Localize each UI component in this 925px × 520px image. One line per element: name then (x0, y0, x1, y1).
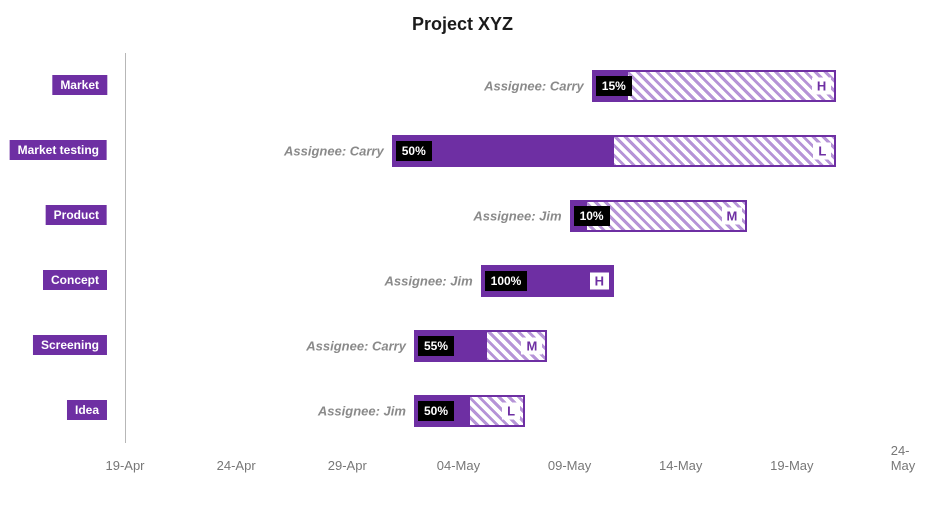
x-tick: 29-Apr (328, 458, 367, 473)
task-row: Concept Assignee: Jim 100% H (45, 263, 903, 299)
progress-badge: 10% (574, 206, 610, 226)
y-axis-line (125, 53, 126, 443)
priority-badge: M (521, 337, 542, 354)
assignee-label: Assignee: Carry (306, 338, 406, 353)
x-tick: 24-Apr (217, 458, 256, 473)
x-tick: 19-May (770, 458, 813, 473)
priority-badge: L (502, 402, 520, 419)
x-tick: 04-May (437, 458, 480, 473)
task-bar: Assignee: Carry55%M (414, 330, 547, 362)
task-bar: Assignee: Jim100%H (481, 265, 614, 297)
x-axis: 19-Apr 24-Apr 29-Apr 04-May 09-May 14-May 19-M… (45, 443, 903, 473)
task-bar: Assignee: Jim50%L (414, 395, 525, 427)
priority-badge: M (722, 207, 743, 224)
x-tick: 14-May (659, 458, 702, 473)
priority-badge: H (590, 272, 609, 289)
assignee-label: Assignee: Jim (473, 208, 561, 223)
task-row: Idea Assignee: Jim 50% L (45, 393, 903, 429)
plot-area: MarketAssignee: Carry15%HMarket testingA… (45, 53, 903, 473)
assignee-label: Assignee: Jim (318, 403, 406, 418)
x-tick: 19-Apr (105, 458, 144, 473)
assignee-label: Assignee: Carry (484, 78, 584, 93)
progress-badge: 100% (485, 271, 528, 291)
y-label: Concept (43, 270, 107, 290)
progress-badge: 50% (418, 401, 454, 421)
task-row: Market testingAssignee: Carry50%L (45, 133, 903, 169)
task-bar: Assignee: Carry15%H (592, 70, 837, 102)
y-label: Market testing (10, 140, 107, 160)
y-label: Screening (33, 335, 107, 355)
assignee-label: Assignee: Carry (284, 143, 384, 158)
progress-badge: 55% (418, 336, 454, 356)
priority-badge: L (813, 142, 831, 159)
y-label: Idea (67, 400, 107, 420)
progress-badge: 15% (596, 76, 632, 96)
task-row: Market Assignee: Carry 15% H (45, 68, 903, 104)
chart-title: Project XYZ (0, 14, 925, 35)
task-row: Product Assignee: Jim 10% M (45, 198, 903, 234)
x-tick: 09-May (548, 458, 591, 473)
task-row: ScreeningAssignee: Carry55%M (45, 328, 903, 364)
assignee-label: Assignee: Jim (385, 273, 473, 288)
gantt-chart: Project XYZ MarketAssignee: Carry15%HMar… (0, 0, 925, 520)
x-tick: 24-May (891, 443, 916, 473)
priority-badge: H (812, 77, 831, 94)
task-bar: Assignee: Carry50%L (392, 135, 837, 167)
y-label: Market (52, 75, 107, 95)
y-label: Product (46, 205, 107, 225)
progress-badge: 50% (396, 141, 432, 161)
task-bar: Assignee: Jim10%M (570, 200, 748, 232)
